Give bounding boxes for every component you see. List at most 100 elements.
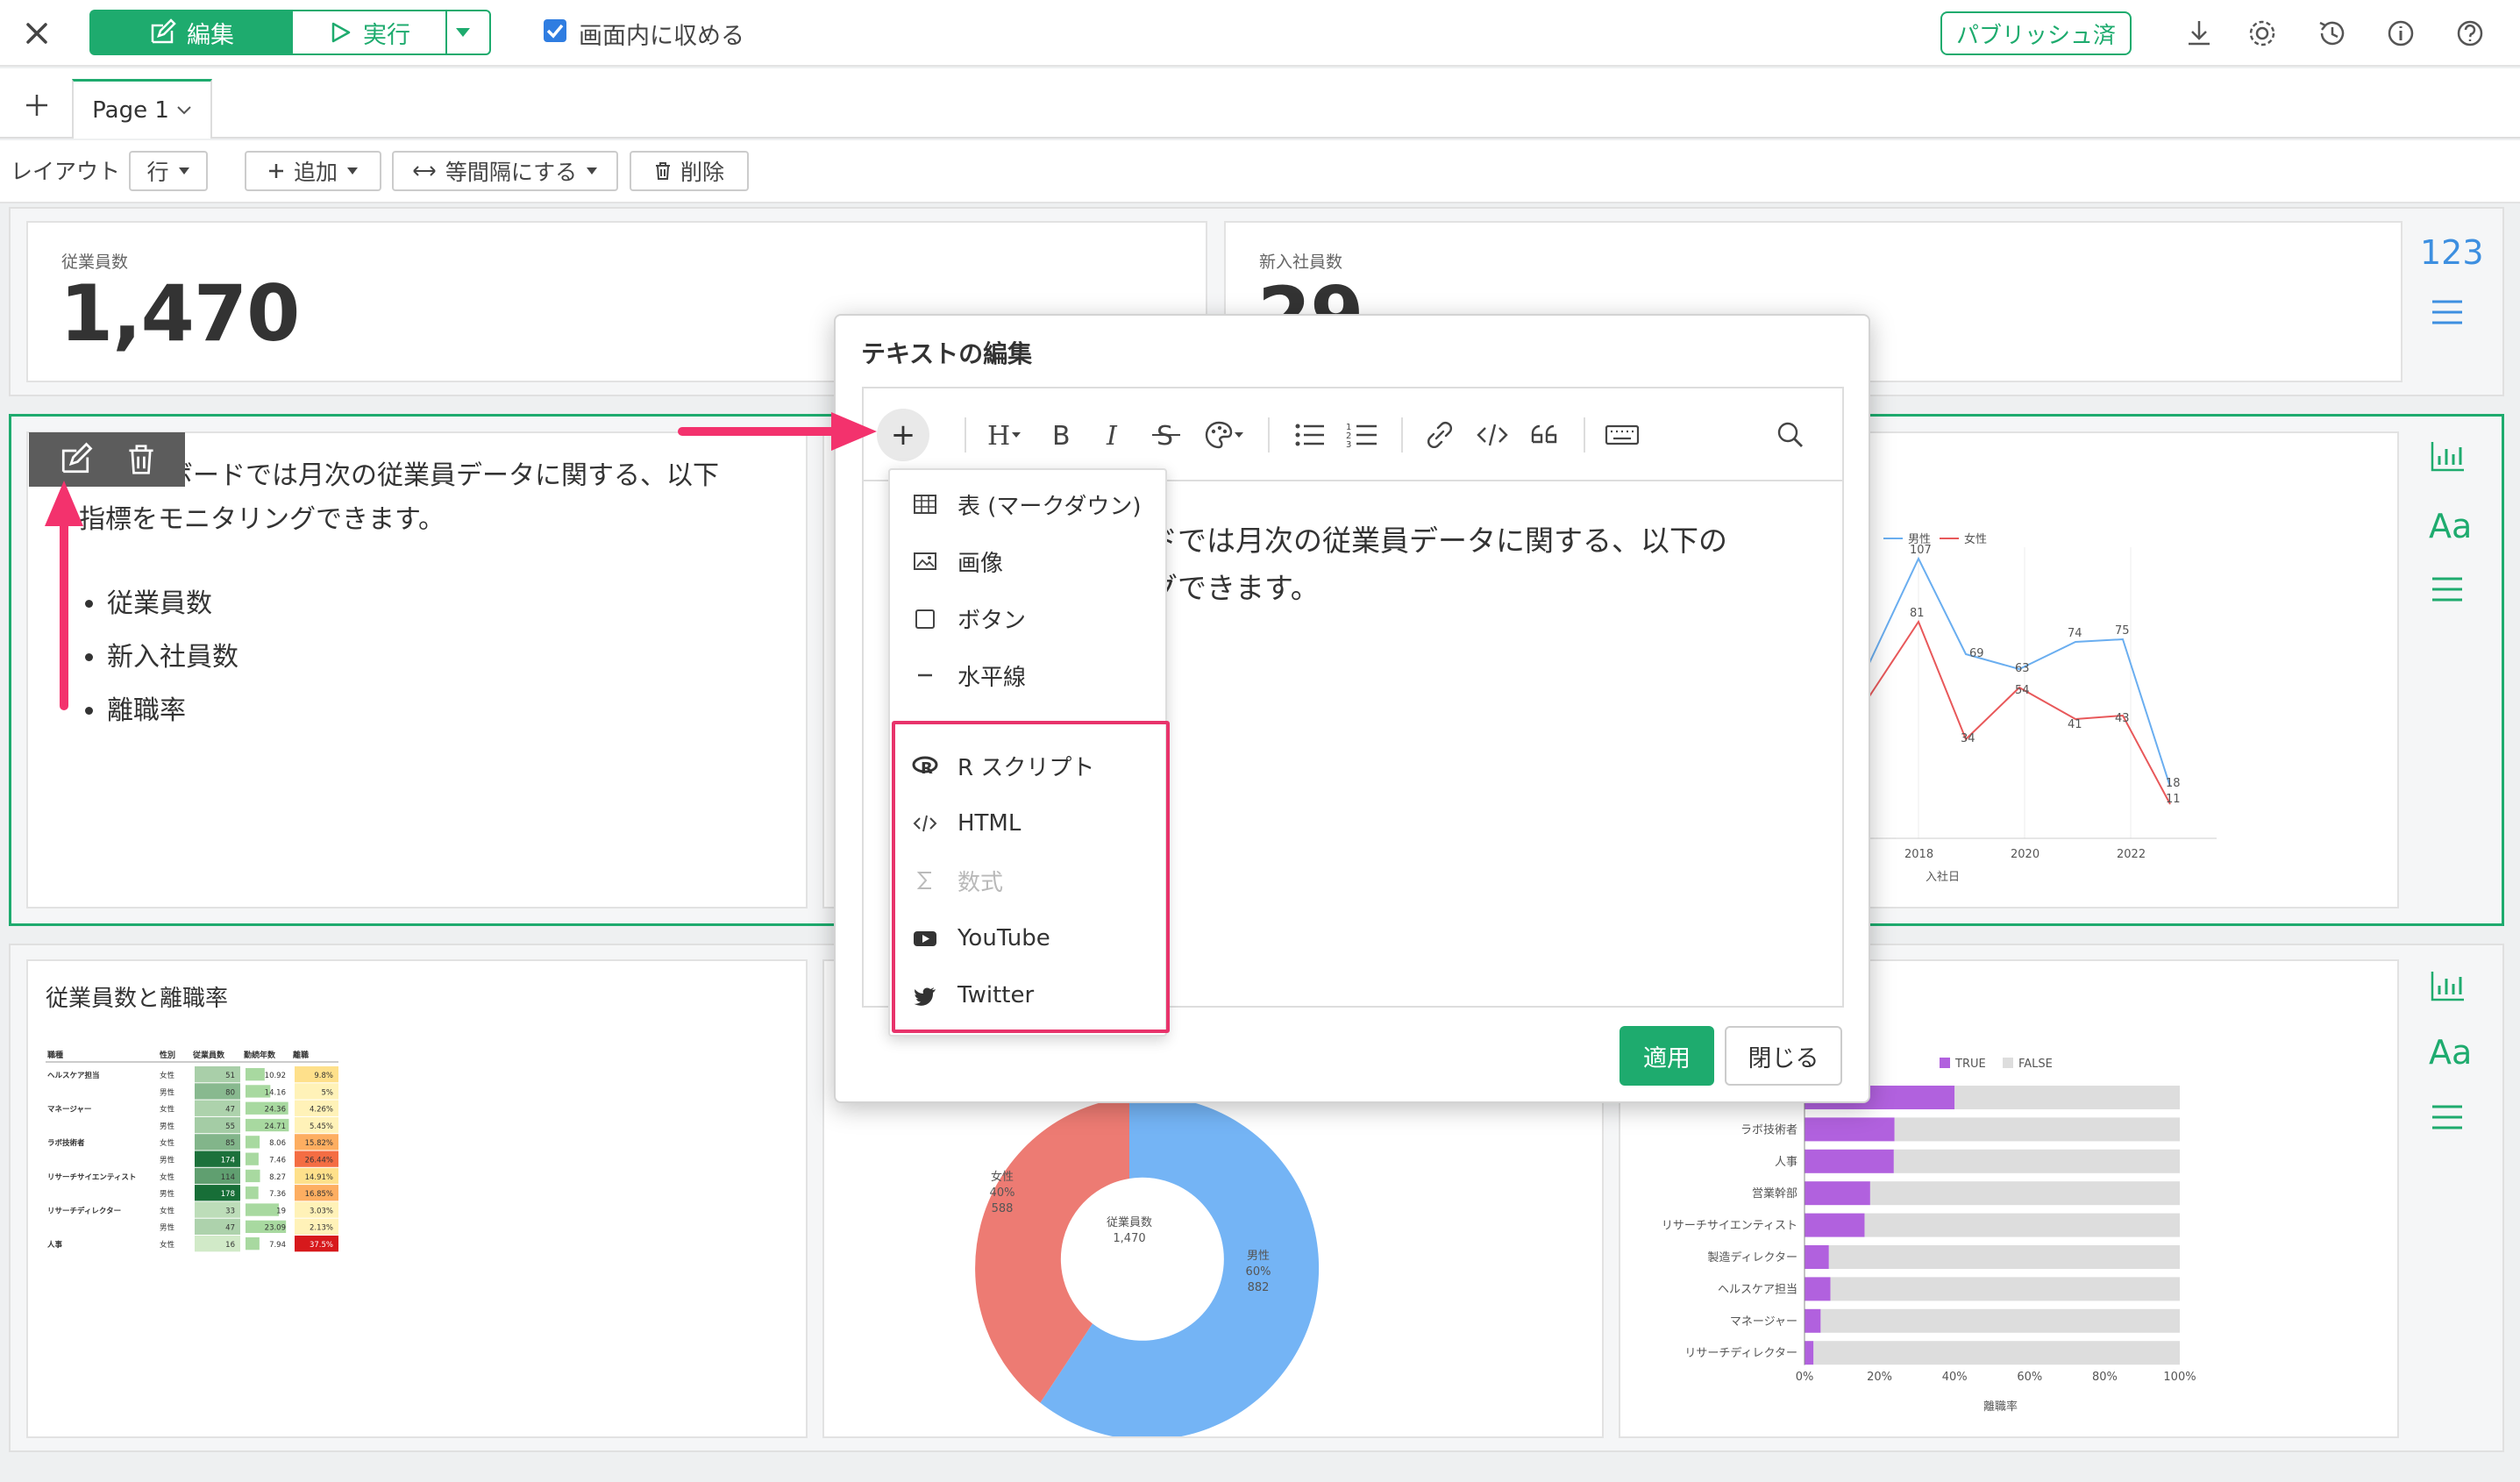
bar-false	[1813, 1341, 2180, 1365]
editor-content[interactable]: ドでは月次の従業員データに関する、以下の グできます。	[1149, 517, 1833, 612]
menu-item-image[interactable]: 画像	[912, 539, 1166, 583]
trash-icon[interactable]	[126, 443, 156, 476]
table-cell: 5%	[322, 1088, 334, 1097]
run-dropdown-button[interactable]	[445, 10, 491, 55]
table-cell: 16	[225, 1241, 235, 1250]
svg-text:S: S	[1157, 421, 1173, 452]
square-icon	[912, 605, 938, 631]
close-icon[interactable]	[19, 16, 54, 51]
bar-false	[1828, 1245, 2180, 1269]
table-header: 職種	[47, 1050, 63, 1060]
equal-spacing-button[interactable]: 等間隔にする	[392, 151, 618, 191]
help-icon[interactable]	[2452, 16, 2488, 51]
apply-button[interactable]: 適用	[1619, 1026, 1714, 1086]
table-cell: 8.27	[269, 1173, 286, 1182]
text-card-bullets: 従業員数 新入社員数 離職率	[72, 577, 238, 737]
chart-icon[interactable]	[2429, 438, 2473, 482]
table-header: 離職	[293, 1050, 309, 1060]
cell-bar-tenure	[246, 1136, 260, 1149]
caret-down-icon	[586, 167, 598, 175]
add-label: 追加	[293, 160, 338, 185]
toolbar-separator	[1268, 417, 1270, 452]
menu-item-label: ボタン	[957, 607, 1027, 634]
donut-male-label: 男性	[1247, 1250, 1270, 1263]
table-cell: 8.06	[269, 1139, 286, 1148]
text-format-icon[interactable]: Aa	[2429, 507, 2472, 545]
tab-page-1[interactable]: Page 1	[72, 79, 212, 139]
strikethrough-icon[interactable]: S	[1147, 416, 1185, 454]
cell-bar-tenure	[246, 1237, 260, 1250]
table-cell: 16.85%	[305, 1190, 333, 1199]
keyboard-icon[interactable]	[1603, 416, 1641, 454]
donut-male-pct: 60%	[1246, 1265, 1271, 1279]
history-icon[interactable]	[2315, 16, 2350, 51]
edit-icon[interactable]	[58, 442, 93, 477]
toolbar-separator	[1584, 417, 1585, 452]
close-button[interactable]: 閉じる	[1725, 1026, 1842, 1086]
menu-icon[interactable]	[2429, 296, 2473, 340]
data-label: 63	[2015, 662, 2030, 675]
run-label: 実行	[363, 21, 410, 49]
gear-icon[interactable]	[2245, 16, 2280, 51]
code-icon[interactable]	[1473, 416, 1512, 454]
cell-bar-tenure	[246, 1068, 265, 1081]
add-page-icon[interactable]	[19, 88, 54, 123]
fit-to-screen-checkbox[interactable]	[544, 19, 566, 42]
svg-text:H: H	[987, 421, 1010, 452]
bar-true	[1805, 1341, 1814, 1365]
cell-bar-tenure	[246, 1186, 259, 1200]
bar-legend: TRUE FALSE	[1940, 1058, 2053, 1071]
add-button[interactable]: 追加	[245, 151, 381, 191]
italic-icon[interactable]: I	[1094, 416, 1133, 454]
category-label: ラボ技術者	[1741, 1123, 1797, 1136]
menu-item-markdown-table[interactable]: 表 (マークダウン)	[912, 482, 1166, 526]
download-icon[interactable]	[2182, 16, 2217, 51]
table-cell: 24.71	[265, 1122, 286, 1131]
donut-center-value: 1,470	[1113, 1232, 1145, 1245]
data-label: 18	[2166, 777, 2181, 790]
x-tick: 2018	[1904, 848, 1933, 861]
bold-icon[interactable]: B	[1042, 416, 1080, 454]
x-axis-label: 離職率	[1983, 1400, 2018, 1414]
menu-icon[interactable]	[2429, 1101, 2473, 1145]
data-label: 69	[1969, 647, 1984, 660]
publish-button[interactable]: パブリッシュ済	[1940, 11, 2132, 55]
chart-icon[interactable]	[2429, 968, 2473, 1012]
link-icon[interactable]	[1420, 416, 1459, 454]
color-palette-icon[interactable]	[1201, 416, 1243, 454]
search-icon[interactable]	[1771, 416, 1810, 454]
table-cell: 男性	[160, 1223, 175, 1233]
category-label: ヘルスケア担当	[1718, 1283, 1797, 1296]
category-label: マネージャー	[1730, 1315, 1797, 1329]
row-select-label: 行	[146, 160, 169, 185]
tab-page-1-label: Page 1	[92, 96, 169, 124]
donut-female-value: 588	[992, 1202, 1014, 1215]
toolbar-separator	[965, 417, 966, 452]
text-format-icon[interactable]: Aa	[2429, 1033, 2472, 1072]
run-button[interactable]: 実行	[291, 10, 447, 55]
table-cell: 男性	[160, 1189, 175, 1199]
insert-plus-button[interactable]: +	[877, 409, 929, 461]
menu-item-button[interactable]: ボタン	[912, 596, 1166, 640]
bar-true	[1805, 1149, 1894, 1173]
row-select-button[interactable]: 行	[129, 151, 208, 191]
trash-icon	[654, 161, 672, 181]
table-cell: 10.92	[265, 1072, 286, 1080]
toolbar-separator	[1401, 417, 1403, 452]
bullet-list-icon[interactable]	[1291, 416, 1329, 454]
heading-icon[interactable]: H	[986, 416, 1024, 454]
table-cell: ヘルスケア担当	[47, 1071, 100, 1080]
bar-true	[1805, 1117, 1895, 1142]
menu-item-horizontal-rule[interactable]: 水平線	[912, 653, 1166, 697]
numbered-list-icon[interactable]: 123	[1343, 416, 1382, 454]
bar-true	[1805, 1308, 1821, 1333]
quote-icon[interactable]	[1526, 416, 1564, 454]
table-cell: 4.26%	[310, 1106, 333, 1115]
delete-button[interactable]: 削除	[630, 151, 749, 191]
edit-mode-button[interactable]: 編集	[89, 10, 293, 55]
table-cell: 23.09	[265, 1224, 286, 1233]
number-widget-icon[interactable]: 123	[2420, 233, 2484, 272]
menu-icon[interactable]	[2429, 574, 2473, 617]
info-icon[interactable]	[2383, 16, 2418, 51]
list-item: 従業員数	[107, 577, 238, 631]
